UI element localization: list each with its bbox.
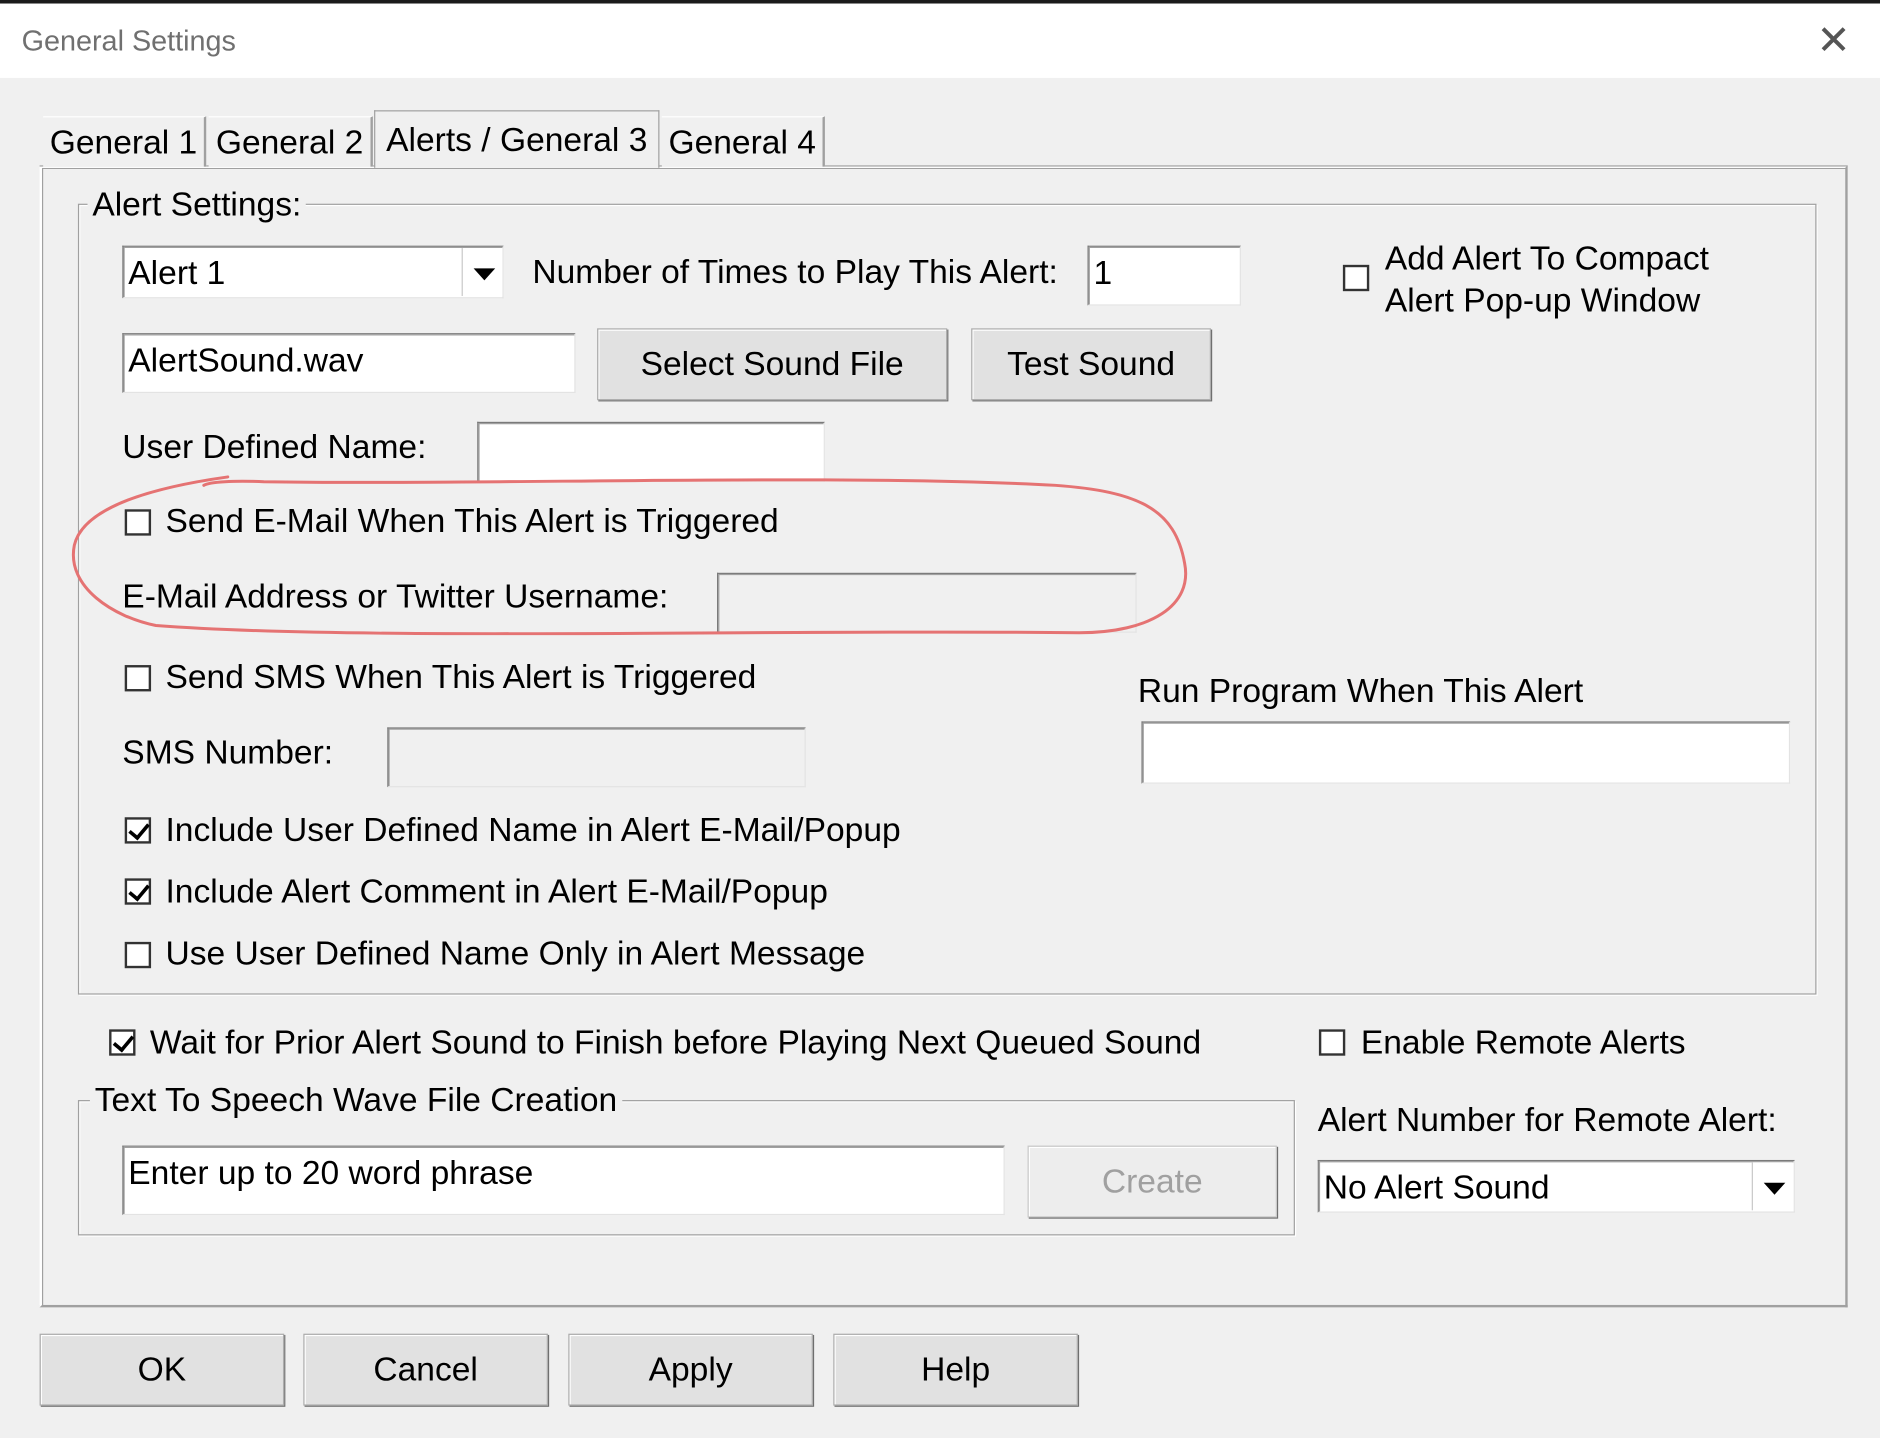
email-input[interactable] (717, 572, 1137, 633)
chevron-down-icon[interactable] (1751, 1162, 1793, 1211)
alert-select-value: Alert 1 (128, 254, 226, 292)
sms-input[interactable] (387, 727, 806, 788)
settings-dialog: General Settings ✕ General 1 General 2 A… (0, 0, 1880, 1438)
run-program-input[interactable] (1141, 721, 1791, 784)
use-name-only-checkbox[interactable] (124, 941, 152, 969)
compact-popup-label-line2: Alert Pop-up Window (1384, 281, 1701, 319)
send-email-checkbox[interactable] (124, 509, 152, 536)
sms-label: SMS Number: (122, 733, 334, 771)
run-program-label: Run Program When This Alert (1137, 672, 1584, 710)
remote-number-value: No Alert Sound (1323, 1168, 1550, 1206)
wait-prior-label: Wait for Prior Alert Sound to Finish bef… (149, 1023, 1202, 1061)
use-name-only-label: Use User Defined Name Only in Alert Mess… (165, 934, 866, 972)
cancel-button[interactable]: Cancel (303, 1333, 548, 1406)
include-comment-label: Include Alert Comment in Alert E-Mail/Po… (165, 872, 828, 910)
user-name-input[interactable] (477, 421, 825, 482)
window-title: General Settings (21, 25, 236, 58)
include-name-checkbox[interactable] (124, 817, 152, 844)
create-button[interactable]: Create (1027, 1145, 1277, 1218)
remote-number-label: Alert Number for Remote Alert: (1317, 1101, 1777, 1139)
enable-remote-checkbox[interactable] (1318, 1029, 1346, 1056)
times-input[interactable]: 1 (1087, 245, 1241, 306)
select-sound-file-button[interactable]: Select Sound File (597, 328, 948, 401)
user-name-label: User Defined Name: (122, 427, 427, 465)
times-label: Number of Times to Play This Alert: (532, 252, 1058, 290)
ok-button[interactable]: OK (39, 1333, 285, 1406)
include-name-label: Include User Defined Name in Alert E-Mai… (165, 811, 901, 849)
chevron-down-icon[interactable] (461, 248, 503, 296)
compact-popup-checkbox[interactable] (1342, 264, 1370, 292)
include-comment-checkbox[interactable] (124, 878, 152, 905)
send-email-label: Send E-Mail When This Alert is Triggered (165, 502, 779, 540)
send-sms-checkbox[interactable] (124, 665, 152, 692)
help-button[interactable]: Help (833, 1333, 1078, 1406)
alert-settings-legend: Alert Settings: (87, 184, 307, 226)
tab-general-1[interactable]: General 1 (43, 116, 207, 167)
tab-general-4[interactable]: General 4 (661, 116, 825, 167)
remote-number-select[interactable]: No Alert Sound (1317, 1159, 1795, 1213)
test-sound-button[interactable]: Test Sound (971, 328, 1211, 401)
wait-prior-checkbox[interactable] (109, 1029, 136, 1056)
tab-general-2[interactable]: General 2 (208, 116, 373, 167)
sound-file-input[interactable]: AlertSound.wav (122, 333, 576, 394)
tab-alerts-general-3[interactable]: Alerts / General 3 (374, 110, 660, 168)
email-label: E-Mail Address or Twitter Username: (122, 577, 669, 615)
close-icon[interactable]: ✕ (1816, 17, 1850, 65)
compact-popup-label-line1: Add Alert To Compact (1384, 239, 1709, 277)
tts-legend: Text To Speech Wave File Creation (89, 1079, 623, 1121)
title-bar (0, 3, 1880, 78)
enable-remote-label: Enable Remote Alerts (1360, 1023, 1686, 1061)
tts-phrase-input[interactable]: Enter up to 20 word phrase (122, 1145, 1005, 1216)
apply-button[interactable]: Apply (568, 1333, 813, 1406)
alert-select[interactable]: Alert 1 (122, 245, 504, 299)
send-sms-label: Send SMS When This Alert is Triggered (165, 657, 757, 696)
